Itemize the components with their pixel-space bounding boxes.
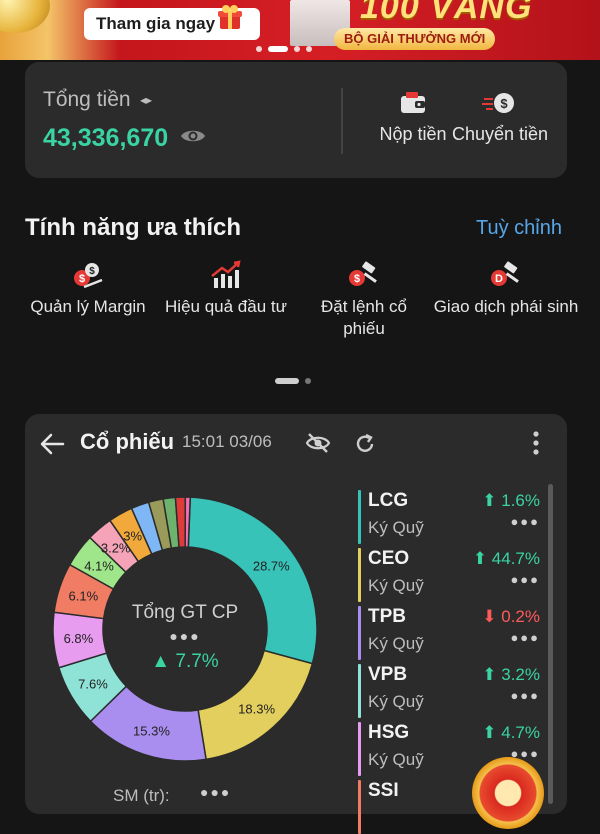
deposit-label: Nộp tiền — [379, 124, 447, 144]
total-stock-change: ▲ 7.7% — [151, 651, 219, 672]
total-stock-change-value: 7.7% — [175, 651, 219, 672]
margin-money-icon: $ $ — [74, 263, 103, 289]
total-stock-value-label: Tổng GT CP — [131, 602, 239, 623]
stock-color-bar — [358, 664, 361, 718]
purchasing-power-label: SM (tr): — [113, 786, 170, 805]
stock-value-hidden: ●●● — [510, 630, 540, 645]
wallet-icon — [401, 92, 425, 113]
eye-off-icon[interactable] — [305, 432, 331, 454]
eye-icon[interactable] — [180, 126, 206, 146]
derivative-gavel-icon: D — [491, 261, 519, 286]
stock-symbol: TPB — [368, 606, 406, 627]
stock-color-bar — [358, 490, 361, 544]
customize-link[interactable]: Tuỳ chỉnh — [476, 217, 562, 240]
stock-change: ⬆ 4.7% — [482, 723, 540, 742]
refresh-icon[interactable] — [353, 432, 377, 456]
svg-text:$: $ — [79, 273, 85, 285]
stock-account-type: Ký Quỹ — [368, 518, 424, 537]
stock-row-ceo[interactable]: CEO Ký Quỹ ⬆ 44.7% ●●● — [358, 548, 548, 602]
fav-investment-performance[interactable]: Hiệu quả đầu tư — [160, 260, 292, 318]
svg-text:$: $ — [89, 266, 95, 277]
back-arrow-icon[interactable] — [39, 432, 65, 456]
banner-pagination — [256, 46, 312, 52]
total-stock-value-hidden: ●●● — [169, 628, 201, 644]
stock-symbol: LCG — [368, 490, 409, 511]
donut-slice-label-1: 18.3% — [238, 702, 275, 717]
svg-text:$: $ — [354, 273, 360, 285]
stock-symbol: CEO — [368, 548, 410, 569]
stock-color-bar — [358, 780, 361, 834]
favorites-pagination — [275, 378, 311, 384]
gold-coin-image — [0, 0, 50, 33]
favorites-title: Tính năng ưa thích — [25, 214, 242, 241]
svg-text:$: $ — [500, 96, 508, 111]
lucky-wheel-button[interactable] — [472, 757, 544, 829]
stock-account-type: Ký Quỹ — [368, 576, 424, 595]
donut-slice-label-5: 6.1% — [69, 588, 99, 603]
fav-stock-order[interactable]: $ Đặt lệnh cổ phiếu — [298, 260, 430, 340]
stock-symbol: VPB — [368, 664, 408, 685]
purchasing-power-hidden: ●●● — [200, 784, 232, 800]
stock-row-vpb[interactable]: VPB Ký Quỹ ⬆ 3.2% ●●● — [358, 664, 548, 718]
stock-row-tpb[interactable]: TPB Ký Quỹ ⬇ 0.2% ●●● — [358, 606, 548, 660]
stock-value-hidden: ●●● — [510, 514, 540, 529]
divider — [341, 88, 343, 154]
stock-account-type: Ký Quỹ — [368, 692, 424, 711]
stock-value-hidden: ●●● — [510, 572, 540, 587]
stock-symbol: HSG — [368, 722, 410, 743]
stock-account-type: Ký Quỹ — [368, 750, 424, 769]
transfer-money-icon: $ — [482, 93, 514, 113]
more-vertical-icon[interactable] — [530, 430, 542, 456]
stock-symbol: SSI — [368, 780, 399, 801]
transfer-button[interactable]: $ Chuyển tiền — [450, 90, 550, 145]
total-money-label: Tổng tiền — [43, 88, 131, 111]
fav-label: Hiệu quả đầu tư — [165, 297, 287, 316]
stock-panel-title: Cổ phiếu — [80, 429, 175, 454]
stock-list-scrollbar[interactable] — [548, 484, 553, 804]
stock-account-type: Ký Quỹ — [368, 634, 424, 653]
stock-portfolio-card: Cổ phiếu 15:01 03/06 28.7% 18.3% 15.3% 7.6%… — [25, 414, 567, 834]
donut-slice-label-3: 7.6% — [78, 677, 108, 692]
stock-color-bar — [358, 548, 361, 602]
stock-value-hidden: ●●● — [510, 688, 540, 703]
stock-row-lcg[interactable]: LCG Ký Quỹ ⬆ 1.6% ●●● — [358, 490, 548, 544]
stock-color-bar — [358, 722, 361, 776]
donut-slice-label-0: 28.7% — [253, 559, 290, 574]
banner-subtitle: BỘ GIẢI THƯỞNG MỚI — [334, 28, 496, 50]
deposit-button[interactable]: Nộp tiền — [363, 90, 463, 145]
total-money-value: 43,336,670 — [43, 124, 169, 152]
donut-slice-label-2: 15.3% — [133, 724, 170, 739]
donut-slice-label-6: 4.1% — [84, 558, 114, 573]
svg-text:D: D — [495, 273, 503, 285]
donut-slice-label-4: 6.8% — [64, 631, 94, 646]
fav-label: Quản lý Margin — [30, 297, 146, 316]
stock-panel-timestamp: 15:01 03/06 — [182, 432, 272, 451]
stock-change: ⬇ 0.2% — [482, 607, 540, 626]
banner-headline: 100 VÀNG — [360, 0, 533, 26]
balance-card: Tổng tiền ◂▸ 43,336,670 Nộp tiền $ Chuyể… — [25, 62, 567, 178]
fav-margin-management[interactable]: $ $ Quản lý Margin — [20, 260, 156, 318]
promo-banner[interactable]: Tham gia ngay 100 VÀNG BỘ GIẢI THƯỞNG MỚ… — [0, 0, 600, 60]
fav-label: Giao dịch phái sinh — [433, 297, 579, 316]
donut-slice-label-8: 3% — [123, 529, 142, 544]
stock-color-bar — [358, 606, 361, 660]
stock-change: ⬆ 44.7% — [472, 549, 540, 568]
fav-label: Đặt lệnh cổ phiếu — [321, 297, 407, 338]
gift-icon — [218, 5, 242, 29]
stock-change: ⬆ 3.2% — [482, 665, 540, 684]
growth-chart-icon — [211, 260, 241, 288]
stock-change: ⬆ 1.6% — [482, 491, 540, 510]
expand-arrows-icon[interactable]: ◂▸ — [140, 93, 152, 107]
stock-order-gavel-icon: $ — [349, 261, 377, 286]
transfer-label: Chuyển tiền — [451, 124, 549, 144]
fav-derivatives[interactable]: D Giao dịch phái sinh — [432, 260, 580, 318]
